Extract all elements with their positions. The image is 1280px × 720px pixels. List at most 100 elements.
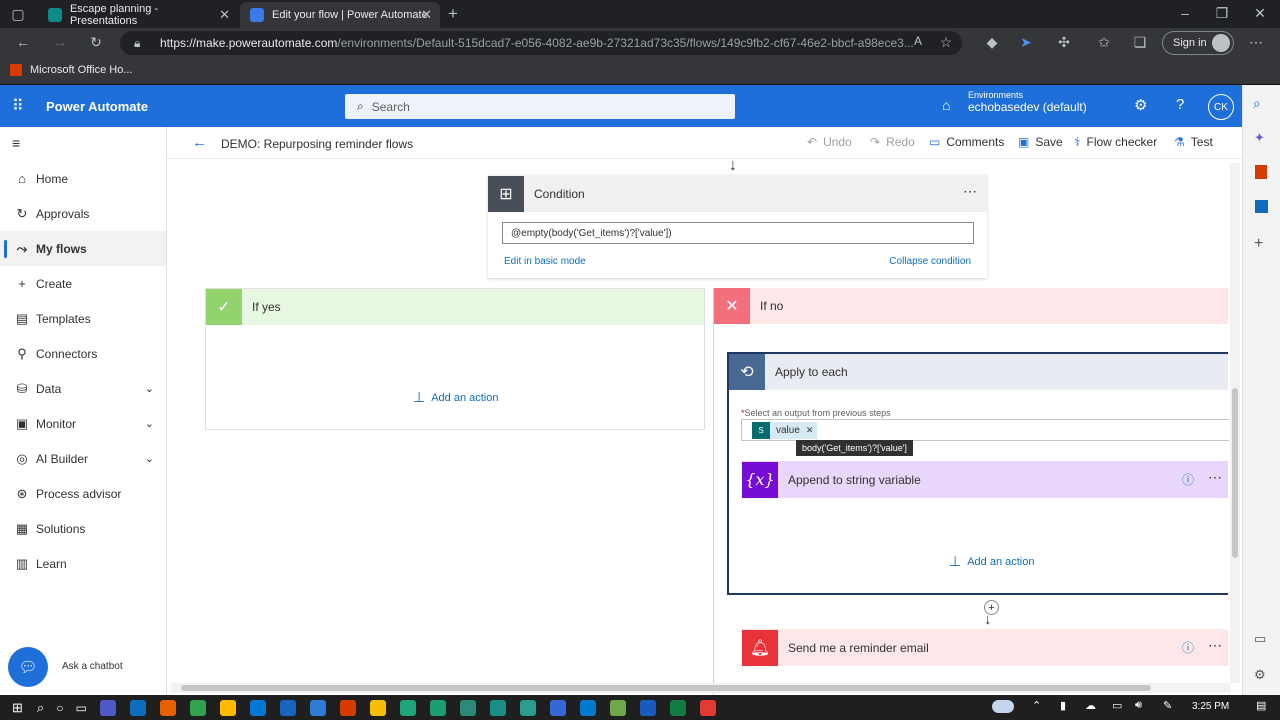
split-view-icon[interactable]: ▭ [1254,631,1266,647]
hamburger-menu-icon[interactable]: ≡ [12,135,20,151]
extensions-puzzle-icon[interactable]: ✣ [1054,34,1074,51]
todo-app-icon[interactable] [309,699,326,716]
pen-icon[interactable]: ✎ [1163,699,1172,712]
search-input[interactable]: ⌕ Search [345,94,735,119]
remove-token-icon[interactable]: ✕ [806,425,814,436]
nav-item-approvals[interactable]: ↻ Approvals [0,196,166,231]
new-tab-icon[interactable]: + [443,4,463,24]
forward-icon[interactable]: → [50,34,70,50]
notifications-icon[interactable]: ▤ [1256,699,1266,712]
app-brand[interactable]: Power Automate [46,99,148,114]
sign-in-button[interactable]: Sign in [1162,31,1234,55]
close-window-icon[interactable]: ✕ [1250,5,1270,22]
if-no-header[interactable]: ✕ If no [714,288,1228,324]
back-icon[interactable]: ← [13,34,33,50]
edit-basic-mode-link[interactable]: Edit in basic mode [504,256,586,267]
nav-item-home[interactable]: ⌂ Home [0,161,166,196]
condition-header[interactable]: ⊞ Condition ⋯ [488,175,987,212]
save-button[interactable]: ▣ Save [1018,135,1063,149]
help-circle-icon[interactable]: ⓘ [1182,639,1194,656]
condition-expression-input[interactable]: @empty(body('Get_items')?['value']) [502,222,974,244]
nav-item-solutions[interactable]: ▦ Solutions [0,511,166,546]
copilot-icon[interactable]: ✦ [1254,130,1265,146]
edge-dev-app-icon[interactable] [399,699,416,716]
edge-beta-app-icon[interactable] [429,699,446,716]
network-icon[interactable]: ▭ [1112,699,1122,712]
vscode-app-icon[interactable] [579,699,596,716]
power-automate-desktop-icon[interactable] [549,699,566,716]
tray-chevron-icon[interactable]: ⌃ [1032,699,1041,712]
edge-active-app-icon[interactable] [459,699,476,716]
task-view-icon[interactable]: ▭ [75,701,86,715]
reminder-email-card[interactable]: 🔔︎ Send me a reminder email ⓘ ⋯ [742,629,1228,666]
chrome-app-icon[interactable] [369,699,386,716]
maximize-icon[interactable]: ❐ [1212,5,1232,22]
condition-card[interactable]: ⊞ Condition ⋯ @empty(body('Get_items')?[… [488,175,987,278]
close-tab-icon[interactable]: ✕ [219,7,230,23]
read-aloud-icon[interactable]: A [908,34,928,48]
flow-designer-canvas[interactable]: ↓ ⊞ Condition ⋯ @empty(body('Get_items')… [167,157,1242,695]
flow-checker-button[interactable]: ⚕ Flow checker [1074,135,1157,149]
powerpoint-app-icon[interactable] [339,699,356,716]
app-launcher-icon[interactable]: ⠿ [12,96,24,116]
test-button[interactable]: ⚗ Test [1174,135,1213,149]
nav-item-monitor[interactable]: ▣ Monitor ⌄ [0,406,166,441]
more-options-icon[interactable]: ⋯ [963,183,977,200]
nav-item-ai-builder[interactable]: ◎ AI Builder ⌄ [0,441,166,476]
undo-button[interactable]: ↶ Undo [807,135,852,149]
edge-canary-app-icon[interactable] [489,699,506,716]
minimize-icon[interactable]: – [1175,5,1195,21]
clock-time[interactable]: 3:25 PM [1192,701,1229,712]
onedrive-app-icon[interactable] [249,699,266,716]
chevron-down-icon[interactable]: ⌄ [145,452,154,465]
nav-item-process-advisor[interactable]: ⊛ Process advisor [0,476,166,511]
append-to-string-card[interactable]: {x} Append to string variable ⓘ ⋯ [742,461,1228,498]
chevron-down-icon[interactable]: ⌄ [145,382,154,395]
nav-item-create[interactable]: + Create [0,266,166,301]
environment-picker[interactable]: Environments echobasedev (default) [968,90,1087,114]
nav-item-learn[interactable]: ▥ Learn [0,546,166,581]
favorite-star-icon[interactable]: ☆ [936,34,956,51]
tab-power-automate[interactable]: Edit your flow | Power Automate ✕ [240,2,440,28]
notepad-app-icon[interactable] [609,699,626,716]
user-avatar[interactable]: CK [1208,94,1234,120]
output-selector-input[interactable]: S value ✕ [741,419,1229,441]
settings-gear-icon[interactable]: ⚙ [1134,96,1147,114]
collapse-condition-link[interactable]: Collapse condition [889,256,971,267]
tab-presentations[interactable]: Escape planning - Presentations ✕ [38,2,238,28]
firefox-app-icon[interactable] [159,699,176,716]
outlook-app-icon[interactable] [279,699,296,716]
url-bar[interactable]: 🔒︎ https://make.powerautomate.com/enviro… [120,31,962,55]
outlook-app-icon[interactable] [129,699,146,716]
if-yes-header[interactable]: ✓ If yes [206,289,704,325]
nav-item-data[interactable]: ⛁ Data ⌄ [0,371,166,406]
favorites-icon[interactable]: ✩ [1094,34,1114,51]
add-app-icon[interactable]: + [1254,235,1263,253]
chatbot-button[interactable]: 💬︎ [8,647,48,687]
chevron-down-icon[interactable]: ⌄ [145,417,154,430]
vertical-scroll-thumb[interactable] [1232,388,1238,558]
extension-icon[interactable]: ◆ [982,34,1002,51]
value-token[interactable]: S value ✕ [752,422,818,439]
outlook-app-icon[interactable] [1255,200,1268,213]
sidebar-settings-icon[interactable]: ⚙ [1254,667,1266,683]
back-arrow-icon[interactable]: ← [192,134,207,151]
teams-app-icon[interactable] [99,699,116,716]
more-menu-icon[interactable]: ⋯ [1246,34,1266,51]
battery-icon[interactable]: ▮ [1060,699,1066,712]
vertical-scrollbar[interactable] [1230,163,1240,683]
chatbot-label[interactable]: Ask a chatbot [62,661,123,672]
apply-to-each-card[interactable]: ⟲ Apply to each *Select an output from p… [727,352,1229,595]
snagit-app-icon[interactable] [699,699,716,716]
edge-app-icon[interactable] [519,699,536,716]
nav-item-connectors[interactable]: ⚲ Connectors [0,336,166,371]
add-action-button[interactable]: ⊥ Add an action [413,389,498,406]
close-tab-icon[interactable]: ✕ [421,7,432,23]
volume-icon[interactable]: 🔊︎ [1135,699,1142,712]
redo-button[interactable]: ↷ Redo [870,135,915,149]
search-icon[interactable]: ⌕ [37,700,44,716]
apply-to-each-header[interactable]: ⟲ Apply to each [729,354,1228,390]
help-circle-icon[interactable]: ⓘ [1182,471,1194,488]
tab-actions-icon[interactable]: ▢ [8,6,28,23]
power-automate-extension-icon[interactable]: ➤ [1016,34,1036,51]
